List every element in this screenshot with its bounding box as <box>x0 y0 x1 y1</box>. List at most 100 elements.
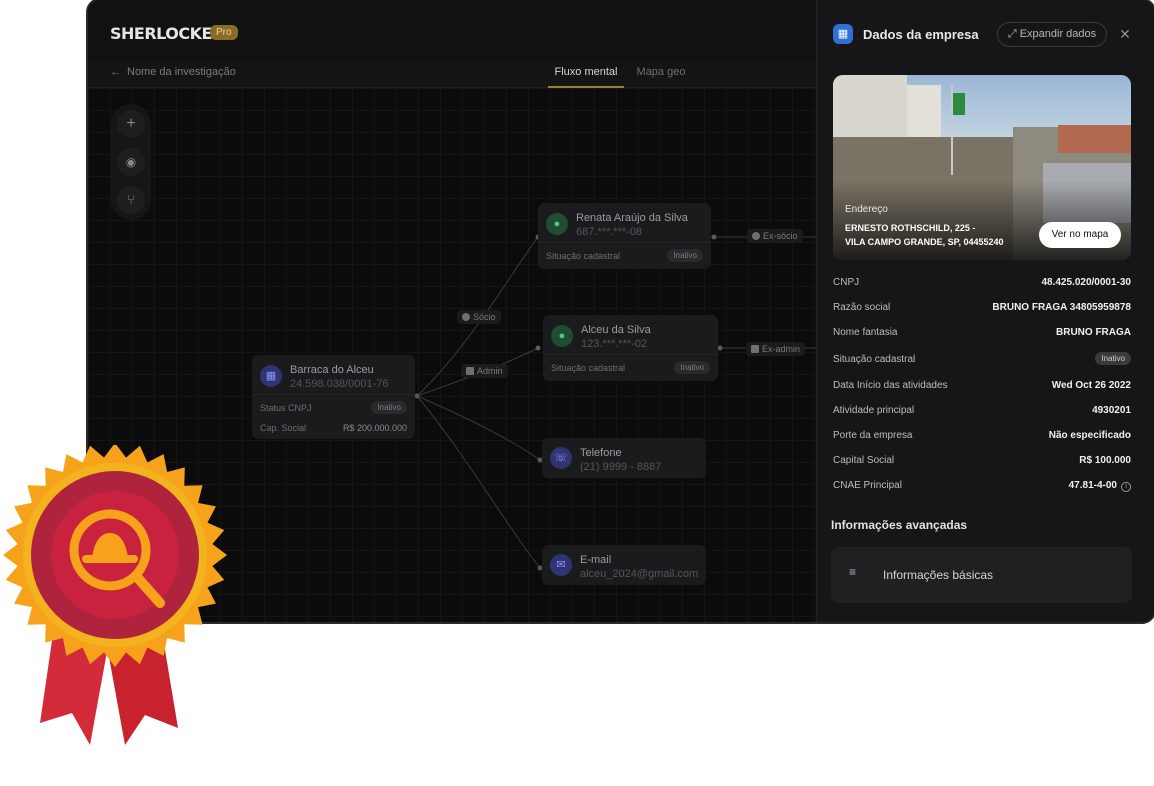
capital-label: Cap. Social <box>260 423 307 433</box>
status-badge: Inativo <box>1095 352 1131 365</box>
field-label: Atividade principal <box>833 405 915 416</box>
expand-icon: ⤢ <box>1007 28 1020 40</box>
field-atividade-principal: Atividade principal 4930201 <box>833 405 1131 423</box>
field-cnpj: CNPJ 48.425.020/0001-30 <box>833 277 1131 295</box>
person-icon: ● <box>551 325 573 347</box>
tab-mapa-geo[interactable]: Mapa geo <box>628 66 694 88</box>
person-name: Renata Araújo da Silva <box>576 212 688 224</box>
node-divider <box>538 242 711 243</box>
basic-info-card[interactable]: ≡ Informações básicas <box>831 547 1132 603</box>
flag-icon <box>953 93 965 115</box>
ex-admin-icon <box>751 345 759 353</box>
status-badge: Inativo <box>371 401 407 414</box>
tree-icon[interactable]: ⑂ <box>117 186 145 214</box>
phone-icon: ☏ <box>550 447 572 469</box>
field-label: Porte da empresa <box>833 430 913 441</box>
pro-badge: Pro <box>210 25 238 40</box>
edge-label-text: Ex-sócio <box>763 231 798 241</box>
address-label: Endereço <box>845 204 888 215</box>
situacao-label: Situação cadastral <box>546 251 621 261</box>
eye-icon[interactable]: ◉ <box>117 148 145 176</box>
contact-node-email[interactable]: ✉ E-mail alceu_2024@gmail.com <box>542 545 706 585</box>
field-value: BRUNO FRAGA 34805959878 <box>992 302 1131 313</box>
company-name: Barraca do Alceu <box>290 364 374 376</box>
info-icon[interactable]: i <box>1121 482 1131 492</box>
edge-label-text: Admin <box>477 366 503 376</box>
status-badge: Inativo <box>667 249 703 262</box>
canvas-toolbar: + ◉ ⑂ <box>111 104 151 220</box>
field-label: CNAE Principal <box>833 480 902 491</box>
contact-name: E-mail <box>580 554 612 566</box>
contact-value: (21) 9999 - 8887 <box>580 461 662 473</box>
field-label: Nome fantasia <box>833 327 898 338</box>
field-capital-social: Capital Social R$ 100.000 <box>833 455 1131 473</box>
edge-label-ex-socio: Ex-sócio <box>747 229 803 243</box>
person-node-alceu[interactable]: ● Alceu da Silva 123.***.***-02 Situação… <box>543 315 718 381</box>
field-value: 4930201 <box>1092 405 1131 416</box>
field-value: R$ 100.000 <box>1079 455 1131 466</box>
tab-fluxo-mental[interactable]: Fluxo mental <box>548 66 624 88</box>
contact-name: Telefone <box>580 447 622 459</box>
edge-label-socio: Sócio <box>457 310 501 324</box>
edge-label-admin: Admin <box>461 364 508 378</box>
socio-icon <box>462 313 470 321</box>
person-node-renata[interactable]: ● Renata Araújo da Silva 687.***.***-08 … <box>538 203 711 269</box>
field-razao-social: Razão social BRUNO FRAGA 34805959878 <box>833 302 1131 320</box>
field-label: Data Início das atividades <box>833 380 948 391</box>
plus-icon[interactable]: + <box>117 110 145 138</box>
address-text: ERNESTO ROTHSCHILD, 225 - VILA CAMPO GRA… <box>845 221 1025 249</box>
status-badge: Inativo <box>674 361 710 374</box>
port-dot <box>717 345 723 351</box>
admin-icon <box>466 367 474 375</box>
app-logo: SHERLOCKER <box>110 24 224 43</box>
address-line: ERNESTO ROTHSCHILD, 225 - <box>845 223 976 233</box>
view-map-button[interactable]: Ver no mapa <box>1039 222 1121 248</box>
award-rosette <box>3 445 227 745</box>
app-window: SHERLOCKER Pro ← Nome da investigação Flu… <box>88 0 1154 622</box>
field-data-inicio: Data Início das atividades Wed Oct 26 20… <box>833 380 1131 398</box>
capital-value: R$ 200.000.000 <box>342 423 407 433</box>
field-nome-fantasia: Nome fantasia BRUNO FRAGA <box>833 327 1131 345</box>
port-dot <box>711 234 717 240</box>
top-bar: SHERLOCKER Pro <box>88 0 816 60</box>
investigation-name: Nome da investigação <box>127 66 236 78</box>
cnae-value: 47.81-4-00 <box>1068 480 1117 491</box>
field-value: Não especificado <box>1048 430 1131 441</box>
company-details-panel: ▦ Dados da empresa ⤢ Expandir dados ✕ En… <box>816 0 1154 622</box>
sub-bar: ← Nome da investigação Fluxo mental Mapa … <box>88 60 816 88</box>
field-label: Situação cadastral <box>833 354 916 365</box>
company-cnpj: 24.598.038/0001-76 <box>290 378 389 390</box>
company-node[interactable]: ▦ Barraca do Alceu 24.598.038/0001-76 St… <box>252 355 415 439</box>
mail-icon: ✉ <box>550 554 572 576</box>
address-line: VILA CAMPO GRANDE, SP, 04455240 <box>845 237 1004 247</box>
node-divider <box>543 354 718 355</box>
person-icon: ● <box>546 213 568 235</box>
contact-node-telefone[interactable]: ☏ Telefone (21) 9999 - 8887 <box>542 438 706 478</box>
status-cnpj-label: Status CNPJ <box>260 403 312 413</box>
edge-label-text: Sócio <box>473 312 496 322</box>
field-label: CNPJ <box>833 277 860 288</box>
edge-label-text: Ex-admin <box>762 344 801 354</box>
person-doc: 123.***.***-02 <box>581 338 648 350</box>
situacao-label: Situação cadastral <box>551 363 626 373</box>
node-divider <box>252 394 415 395</box>
field-situacao-cadastral: Situação cadastral Inativo <box>833 352 1131 372</box>
person-doc: 687.***.***-08 <box>576 226 643 238</box>
advanced-info-title: Informações avançadas <box>831 518 968 532</box>
contact-value: alceu_2024@gmail.com <box>580 568 699 580</box>
panel-title: Dados da empresa <box>863 27 979 42</box>
building-icon: ▦ <box>833 24 853 44</box>
field-value: BRUNO FRAGA <box>1056 327 1131 338</box>
close-icon[interactable]: ✕ <box>1115 24 1135 44</box>
field-porte: Porte da empresa Não especificado <box>833 430 1131 448</box>
expand-data-button[interactable]: ⤢ Expandir dados <box>997 22 1107 47</box>
field-value: 48.425.020/0001-30 <box>1041 277 1131 288</box>
field-cnae: CNAE Principal 47.81-4-00 i <box>833 480 1131 498</box>
list-info-icon: ≡ <box>849 565 857 579</box>
back-link[interactable]: ← Nome da investigação <box>110 66 236 78</box>
street-photo: Endereço ERNESTO ROTHSCHILD, 225 - VILA … <box>833 75 1131 260</box>
photo-roof <box>1058 125 1131 153</box>
port-dot <box>414 393 420 399</box>
field-label: Razão social <box>833 302 891 313</box>
building-icon: ▦ <box>260 365 282 387</box>
